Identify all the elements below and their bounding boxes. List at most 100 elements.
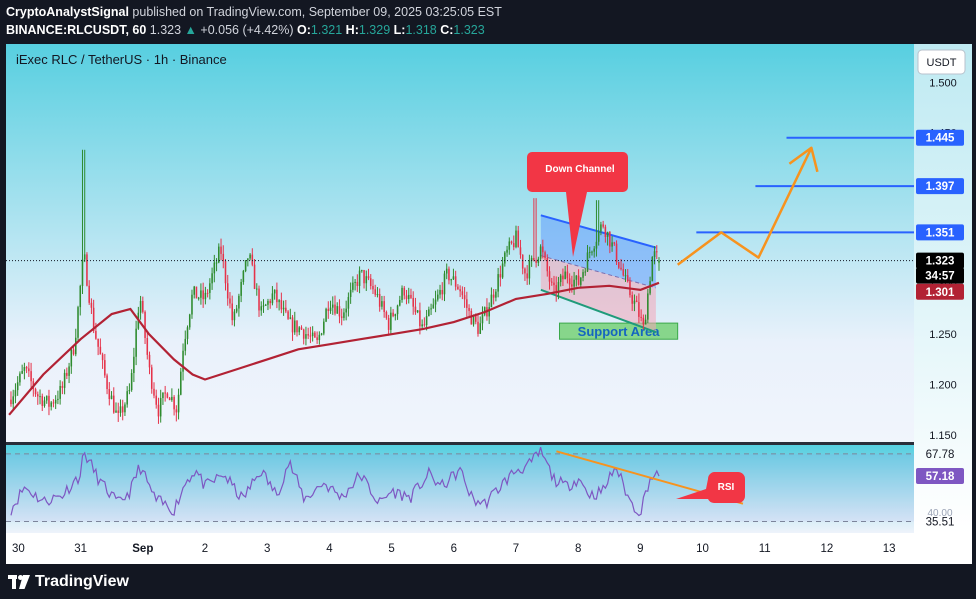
candle-body	[101, 354, 104, 361]
candle-body	[70, 349, 73, 367]
candle-body	[392, 312, 394, 317]
candle-body	[481, 314, 484, 324]
candle-body	[124, 404, 126, 413]
candle-body	[133, 356, 135, 374]
candle-body	[14, 390, 17, 397]
candle-body	[519, 247, 522, 255]
candle-body	[354, 281, 356, 283]
candle-body	[457, 286, 459, 290]
candle-body	[325, 308, 327, 322]
candle-body	[21, 370, 23, 374]
candle-body	[562, 275, 564, 280]
candle-body	[644, 319, 647, 325]
candle-body	[448, 268, 450, 281]
candle-body	[624, 275, 627, 277]
candle-body	[204, 292, 207, 300]
candle-body	[573, 279, 575, 287]
candle-body	[218, 246, 220, 263]
candle-body	[428, 309, 430, 317]
candle-body	[490, 294, 493, 308]
candle-body	[535, 260, 537, 263]
candle-body	[439, 289, 441, 295]
footer-bar: TradingView	[0, 565, 976, 599]
candle-body	[287, 311, 289, 319]
candle-body	[647, 293, 649, 320]
candle-body	[16, 382, 19, 391]
candle-body	[74, 337, 77, 355]
candle-body	[343, 312, 345, 318]
candle-body	[209, 283, 211, 293]
candle-body	[515, 230, 517, 248]
candle-body	[231, 303, 233, 321]
candle-body	[385, 311, 388, 318]
candle-body	[296, 320, 298, 333]
candle-body	[396, 305, 399, 315]
candle-body	[419, 310, 421, 327]
author-name[interactable]: CryptoAnalystSignal	[6, 5, 129, 19]
candle-body	[488, 307, 490, 317]
price-chart[interactable]: Support Area Down ChannelRSI 1.1501.2001…	[6, 44, 972, 564]
candle-body	[622, 269, 625, 276]
candle-body	[206, 292, 209, 294]
high-value: 1.329	[358, 23, 391, 37]
candle-body	[63, 372, 66, 388]
candle-body	[526, 273, 528, 279]
candle-body	[126, 391, 128, 405]
candle-body	[414, 306, 417, 313]
candle-body	[403, 287, 406, 296]
candle-body	[631, 295, 633, 304]
candle-body	[28, 368, 30, 372]
candle-body	[615, 243, 618, 263]
candle-body	[88, 285, 90, 303]
candle-body	[23, 367, 26, 371]
candle-body	[188, 314, 191, 328]
candle-body	[345, 308, 347, 313]
y-tick-label: 1.250	[929, 329, 957, 341]
candle-body	[130, 373, 133, 391]
candle-body	[77, 307, 79, 338]
x-tick-label: 11	[759, 543, 771, 555]
candle-body	[443, 273, 446, 295]
candle-body	[311, 332, 314, 337]
candle-body	[575, 275, 578, 280]
candle-body	[197, 297, 200, 299]
candle-body	[224, 261, 227, 284]
candle-body	[372, 286, 374, 290]
candle-body	[307, 334, 309, 336]
candle-body	[642, 317, 645, 325]
candle-body	[186, 327, 189, 339]
candle-body	[584, 271, 587, 273]
candle-body	[249, 254, 251, 259]
candle-body	[390, 312, 392, 330]
rsi-lower-label-text: 35.51	[926, 516, 955, 528]
x-tick-label: 31	[74, 543, 87, 555]
candle-body	[37, 394, 39, 397]
x-tick-label: 13	[883, 543, 896, 555]
candle-body	[450, 279, 452, 281]
close-label: C:	[440, 23, 454, 37]
low-label: L:	[393, 23, 406, 37]
close-value: 1.323	[453, 23, 485, 37]
candle-body	[59, 385, 61, 399]
candle-body	[57, 398, 59, 400]
chart-frame[interactable]: Support Area Down Channel RSI 1.150 1.200 1…	[6, 44, 972, 564]
target2-badge-text: 1.397	[926, 181, 955, 193]
candle-body	[229, 298, 231, 304]
tradingview-brand[interactable]: TradingView	[8, 573, 129, 591]
candle-body	[139, 300, 142, 313]
candle-body	[146, 338, 149, 355]
currency-button[interactable]: USDT	[917, 49, 966, 75]
candle-body	[474, 315, 477, 322]
candle-body	[618, 262, 620, 268]
candle-body	[352, 282, 354, 290]
candle-body	[97, 338, 99, 347]
pane-divider[interactable]	[6, 442, 914, 445]
publish-line: CryptoAnalystSignal published on Trading…	[6, 5, 502, 19]
candle-body	[289, 317, 292, 319]
candle-body	[117, 410, 120, 413]
candle-body	[477, 321, 479, 334]
candle-body	[41, 396, 44, 406]
down-channel-label: Down Channel	[545, 164, 615, 175]
high-label: H:	[345, 23, 359, 37]
candle-body	[369, 278, 372, 287]
